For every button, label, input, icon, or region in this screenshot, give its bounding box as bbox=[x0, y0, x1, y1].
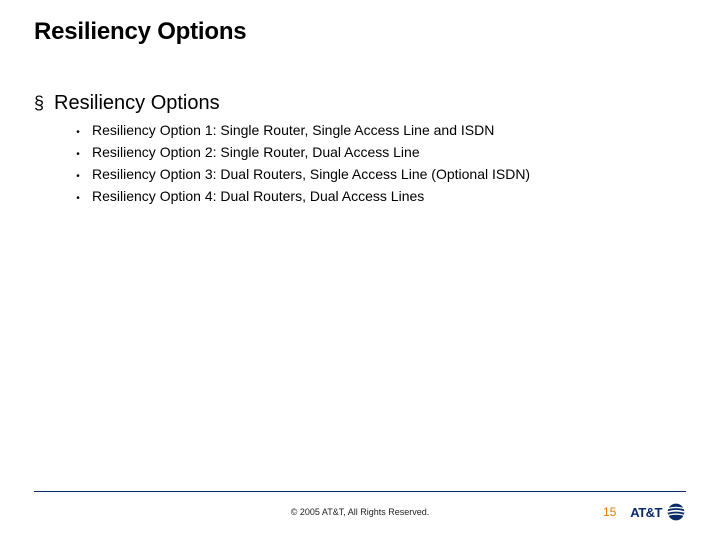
list-item: • Resiliency Option 3: Dual Routers, Sin… bbox=[74, 165, 686, 184]
bullet-icon: • bbox=[74, 126, 82, 140]
section-bullet-icon: § bbox=[34, 94, 46, 112]
globe-icon bbox=[666, 502, 686, 522]
bullet-icon: • bbox=[74, 192, 82, 206]
copyright-text: © 2005 AT&T, All Rights Reserved. bbox=[34, 507, 686, 517]
list-item-text: Resiliency Option 2: Single Router, Dual… bbox=[92, 143, 420, 161]
list-item-text: Resiliency Option 3: Dual Routers, Singl… bbox=[92, 165, 530, 183]
list-item: • Resiliency Option 4: Dual Routers, Dua… bbox=[74, 187, 686, 206]
bullet-icon: • bbox=[74, 148, 82, 162]
section: § Resiliency Options • Resiliency Option… bbox=[34, 92, 686, 206]
section-heading-row: § Resiliency Options bbox=[34, 92, 686, 115]
list-item-text: Resiliency Option 1: Single Router, Sing… bbox=[92, 121, 494, 139]
footer: © 2005 AT&T, All Rights Reserved. 15 AT&… bbox=[34, 498, 686, 526]
section-heading: Resiliency Options bbox=[54, 92, 220, 115]
list-item: • Resiliency Option 1: Single Router, Si… bbox=[74, 121, 686, 140]
bullet-icon: • bbox=[74, 170, 82, 184]
page-number: 15 bbox=[603, 505, 616, 519]
footer-divider bbox=[34, 491, 686, 492]
bullet-list: • Resiliency Option 1: Single Router, Si… bbox=[74, 121, 686, 206]
slide: Resiliency Options § Resiliency Options … bbox=[0, 0, 720, 540]
list-item: • Resiliency Option 2: Single Router, Du… bbox=[74, 143, 686, 162]
footer-right: 15 AT&T bbox=[603, 502, 686, 522]
att-logo: AT&T bbox=[630, 502, 686, 522]
att-logo-text: AT&T bbox=[630, 505, 662, 520]
slide-title: Resiliency Options bbox=[34, 18, 686, 46]
list-item-text: Resiliency Option 4: Dual Routers, Dual … bbox=[92, 187, 424, 205]
